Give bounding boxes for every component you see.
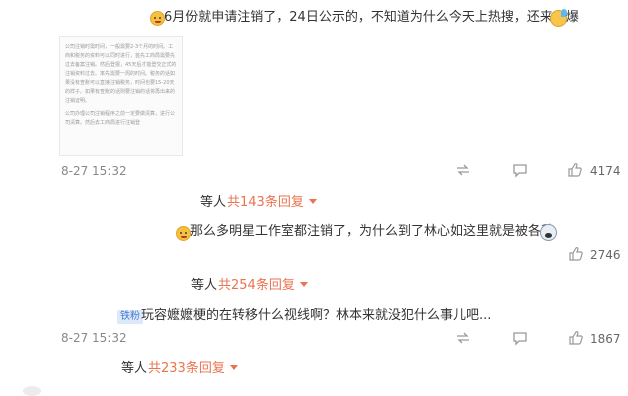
fan-badge: 铁粉 bbox=[117, 310, 143, 324]
comment-2-text: 那么多明星工作室都注销了，为什么到了林心如这里就是被各种 bbox=[190, 224, 555, 239]
laughing-emoji-icon bbox=[176, 226, 191, 241]
chevron-down-icon bbox=[308, 199, 317, 204]
comment-1-timestamp: 8-27 15:32 bbox=[61, 164, 127, 178]
chevron-down-icon bbox=[299, 282, 308, 287]
laughing-emoji-icon bbox=[150, 11, 165, 26]
doc-paragraph: 公司办理公司注销程序之前一定要做清算，进行公司清算。然后去工商局进行注销登 bbox=[65, 111, 176, 126]
chevron-down-icon bbox=[229, 365, 238, 370]
view-replies-link-3[interactable]: 共233条回复 bbox=[148, 357, 238, 376]
doc-paragraph: 公司注销时需时间，一般需要2-3个月的时间。工商和税务的资料可以同时进行，首先工… bbox=[65, 44, 177, 104]
comment-3-timestamp: 8-27 15:32 bbox=[61, 331, 127, 345]
thumbs-up-icon[interactable] bbox=[568, 330, 584, 346]
comment-bubble-icon[interactable] bbox=[512, 163, 528, 178]
comment-1-like-count: 4174 bbox=[590, 164, 621, 178]
comment-2-like-count: 2746 bbox=[590, 248, 621, 262]
reply-users-label: 等人 bbox=[200, 195, 227, 210]
comment-1-attached-image[interactable]: 公司注销时需时间，一般需要2-3个月的时间。工商和税务的资料可以同时进行，首先工… bbox=[59, 36, 183, 156]
view-replies-label: 共233条回复 bbox=[148, 361, 225, 376]
reply-users-label: 等人 bbox=[191, 278, 218, 293]
view-replies-label: 共254条回复 bbox=[218, 278, 295, 293]
comment-bubble-icon[interactable] bbox=[512, 331, 528, 346]
reply-users-label: 等人 bbox=[121, 361, 148, 376]
shocked-emoji-icon bbox=[540, 224, 557, 241]
comment-3-like-count: 1867 bbox=[590, 332, 621, 346]
thumbs-up-icon[interactable] bbox=[567, 162, 583, 178]
avatar[interactable] bbox=[23, 386, 41, 396]
sweat-emoji-icon bbox=[550, 9, 567, 27]
view-replies-label: 共143条回复 bbox=[227, 195, 304, 210]
thumbs-up-icon[interactable] bbox=[568, 246, 584, 262]
comment-1-text: 6月份就申请注销了，24日公示的，不知道为什么今天上热搜，还来个爆 bbox=[164, 10, 579, 25]
view-replies-link-2[interactable]: 共254条回复 bbox=[218, 274, 308, 293]
comment-3-text: 玩容嬷嬷梗的在转移什么视线啊？林本来就没犯什么事儿吧... bbox=[141, 308, 492, 323]
repost-icon[interactable] bbox=[455, 331, 471, 345]
view-replies-link-1[interactable]: 共143条回复 bbox=[227, 191, 317, 210]
repost-icon[interactable] bbox=[455, 163, 471, 177]
